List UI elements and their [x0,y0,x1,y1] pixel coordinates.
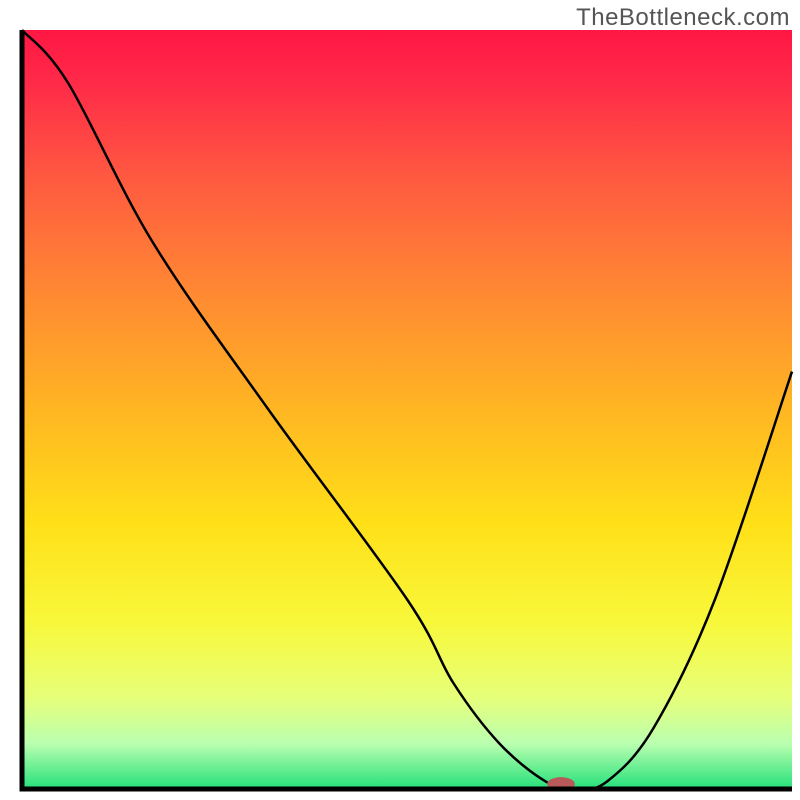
chart-svg [0,0,800,800]
plot-background [22,30,792,789]
chart-container: TheBottleneck.com [0,0,800,800]
